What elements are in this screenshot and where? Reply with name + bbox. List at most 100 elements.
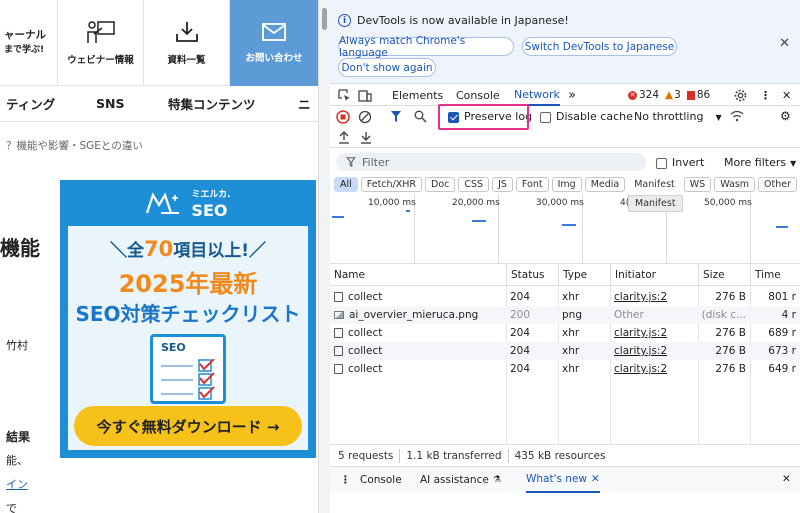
column-type[interactable]: Type — [558, 264, 610, 286]
body-link[interactable]: イン — [6, 476, 28, 492]
type-filter-doc[interactable]: Doc — [425, 176, 456, 192]
inspect-element-icon[interactable] — [338, 84, 351, 106]
invert-check[interactable] — [656, 157, 667, 169]
seo-checklist-banner[interactable]: ミエルカ. SEO ＼全70項目以上!／ 2025年最新 SEO対策チェックリス… — [60, 180, 316, 458]
filter-input[interactable]: Filter — [336, 153, 646, 171]
import-har-icon[interactable] — [338, 130, 350, 144]
cell-time: 649 r — [750, 360, 800, 378]
drawer-tab-whats-new[interactable]: What's new ✕ — [526, 467, 600, 493]
table-row[interactable]: collect 204 xhr clarity.js:2 276 B 649 r — [330, 360, 800, 378]
search-icon[interactable] — [414, 110, 427, 123]
cell-initiator[interactable]: clarity.js:2 — [610, 324, 698, 342]
clear-icon[interactable] — [358, 110, 372, 124]
drawer-tab-console[interactable]: Console — [360, 467, 402, 493]
subnav-item[interactable]: SNS — [90, 96, 162, 111]
close-icon[interactable]: ✕ — [779, 36, 790, 51]
tab-network[interactable]: Network — [514, 84, 560, 106]
column-status[interactable]: Status — [506, 264, 558, 286]
banner-line-2: 2025年最新 — [118, 270, 258, 298]
close-icon[interactable]: ✕ — [591, 473, 600, 485]
subnav-item[interactable]: 特集コンテンツ — [162, 94, 292, 113]
settings-gear-icon[interactable] — [734, 84, 747, 106]
nav-contact[interactable]: お問い合わせ — [230, 0, 318, 86]
subnav-item[interactable]: ティング — [0, 94, 90, 113]
nav-contact-label: お問い合わせ — [245, 53, 303, 64]
cell-type: png — [558, 306, 610, 324]
type-filter-all[interactable]: All — [334, 176, 358, 192]
site-subnav: ティング SNS 特集コンテンツ ニ — [0, 86, 318, 122]
tab-console[interactable]: Console — [456, 84, 500, 106]
drawer-menu-icon[interactable]: ⋮ — [340, 467, 351, 493]
type-filter-other[interactable]: Other — [758, 176, 798, 192]
network-conditions-icon[interactable] — [730, 110, 744, 122]
always-match-language-button[interactable]: Always match Chrome's language — [338, 35, 514, 59]
type-filter-fetch-xhr[interactable]: Fetch/XHR — [360, 176, 422, 192]
type-filter-js[interactable]: JS — [492, 176, 513, 192]
breadcrumb: ？機能や影響・SGEとの違い — [6, 140, 143, 152]
type-filter-wasm[interactable]: Wasm — [714, 176, 756, 192]
status-badges[interactable]: ✕ 324 ▲ 3 86 — [628, 84, 716, 106]
devtools-panel: i DevTools is now available in Japanese!… — [330, 0, 800, 513]
filter-funnel-icon — [346, 157, 356, 167]
table-row[interactable]: collect 204 xhr clarity.js:2 276 B 673 r — [330, 342, 800, 360]
document-file-icon — [334, 364, 343, 374]
timeline-request-bar — [332, 216, 344, 218]
record-stop-icon[interactable] — [336, 110, 350, 124]
column-initiator[interactable]: Initiator — [610, 264, 698, 286]
cell-size-text: 276 B — [715, 291, 746, 303]
tab-elements[interactable]: Elements — [392, 84, 443, 106]
panel-divider[interactable] — [318, 0, 330, 513]
banner-logo-main: SEO — [191, 201, 228, 220]
cell-name: collect — [330, 288, 506, 306]
kebab-menu-icon[interactable]: ⋮ — [760, 84, 771, 106]
close-devtools-icon[interactable]: ✕ — [782, 84, 791, 106]
cell-initiator[interactable]: clarity.js:2 — [610, 360, 698, 378]
manifest-tooltip: Manifest — [628, 195, 683, 212]
warning-count: 3 — [674, 89, 681, 101]
cell-initiator[interactable]: clarity.js:2 — [610, 342, 698, 360]
table-row[interactable]: collect 204 xhr clarity.js:2 276 B 801 r — [330, 288, 800, 306]
switch-to-japanese-button[interactable]: Switch DevTools to Japanese — [522, 37, 677, 56]
disable-cache-checkbox[interactable]: Disable cache — [540, 110, 633, 123]
drawer-tab-ai-label: AI assistance — [420, 474, 489, 486]
type-filter-css[interactable]: CSS — [458, 176, 490, 192]
type-filter-ws[interactable]: WS — [683, 176, 712, 192]
column-time[interactable]: Time — [750, 264, 800, 286]
timeline-label: 30,000 ms — [536, 198, 584, 208]
cell-initiator[interactable]: clarity.js:2 — [610, 288, 698, 306]
infobar-message-row: i DevTools is now available in Japanese! — [338, 14, 569, 27]
type-filter-img[interactable]: Img — [551, 176, 582, 192]
site-brand[interactable]: ャーナル まで学ぶ! — [0, 0, 58, 86]
devtools-drawer-tabs: ⋮ Console AI assistance ⚗ What's new ✕ ✕ — [330, 466, 800, 493]
type-filter-manifest[interactable]: Manifest — [628, 176, 681, 192]
filter-funnel-icon[interactable] — [390, 110, 402, 123]
download-cta-button[interactable]: 今すぐ無料ダウンロード → — [74, 406, 302, 446]
column-size[interactable]: Size — [698, 264, 750, 286]
table-row[interactable]: ai_overvier_mieruca.png 200 png Other (disk … — [330, 306, 800, 324]
invert-checkbox[interactable]: Invert — [656, 156, 704, 169]
type-filter-media[interactable]: Media — [584, 176, 626, 192]
warning-count-badge: ▲ 3 — [665, 89, 681, 101]
throttling-select[interactable]: No throttling ▼ — [634, 110, 722, 123]
table-row[interactable]: collect 204 xhr clarity.js:2 276 B 689 r — [330, 324, 800, 342]
cell-name-text: collect — [348, 327, 383, 339]
column-name[interactable]: Name — [330, 264, 506, 286]
nav-docs[interactable]: 資料一覧 — [144, 0, 230, 86]
device-toolbar-icon[interactable] — [358, 84, 372, 106]
drawer-tab-ai-assistance[interactable]: AI assistance ⚗ — [420, 467, 501, 493]
nav-webinar[interactable]: ウェビナー情報 — [58, 0, 144, 86]
network-settings-gear-icon[interactable]: ⚙ — [780, 109, 791, 123]
disable-cache-check[interactable] — [540, 111, 551, 123]
cell-time: 673 r — [750, 342, 800, 360]
scrollbar-thumb[interactable] — [322, 8, 327, 30]
more-tabs-button[interactable]: » — [568, 84, 576, 106]
export-har-icon[interactable] — [360, 130, 372, 144]
network-overview-timeline[interactable]: 10,000 ms 20,000 ms 30,000 ms 4( 50,000 … — [330, 194, 800, 264]
close-drawer-icon[interactable]: ✕ — [782, 473, 791, 485]
dont-show-again-button[interactable]: Don't show again — [338, 58, 436, 77]
subnav-item[interactable]: ニ — [292, 94, 311, 113]
cell-time-text: 673 r — [768, 345, 796, 357]
type-filter-font[interactable]: Font — [515, 176, 549, 192]
more-filters-dropdown[interactable]: More filters ▼ — [724, 156, 796, 169]
invert-label: Invert — [672, 156, 705, 169]
